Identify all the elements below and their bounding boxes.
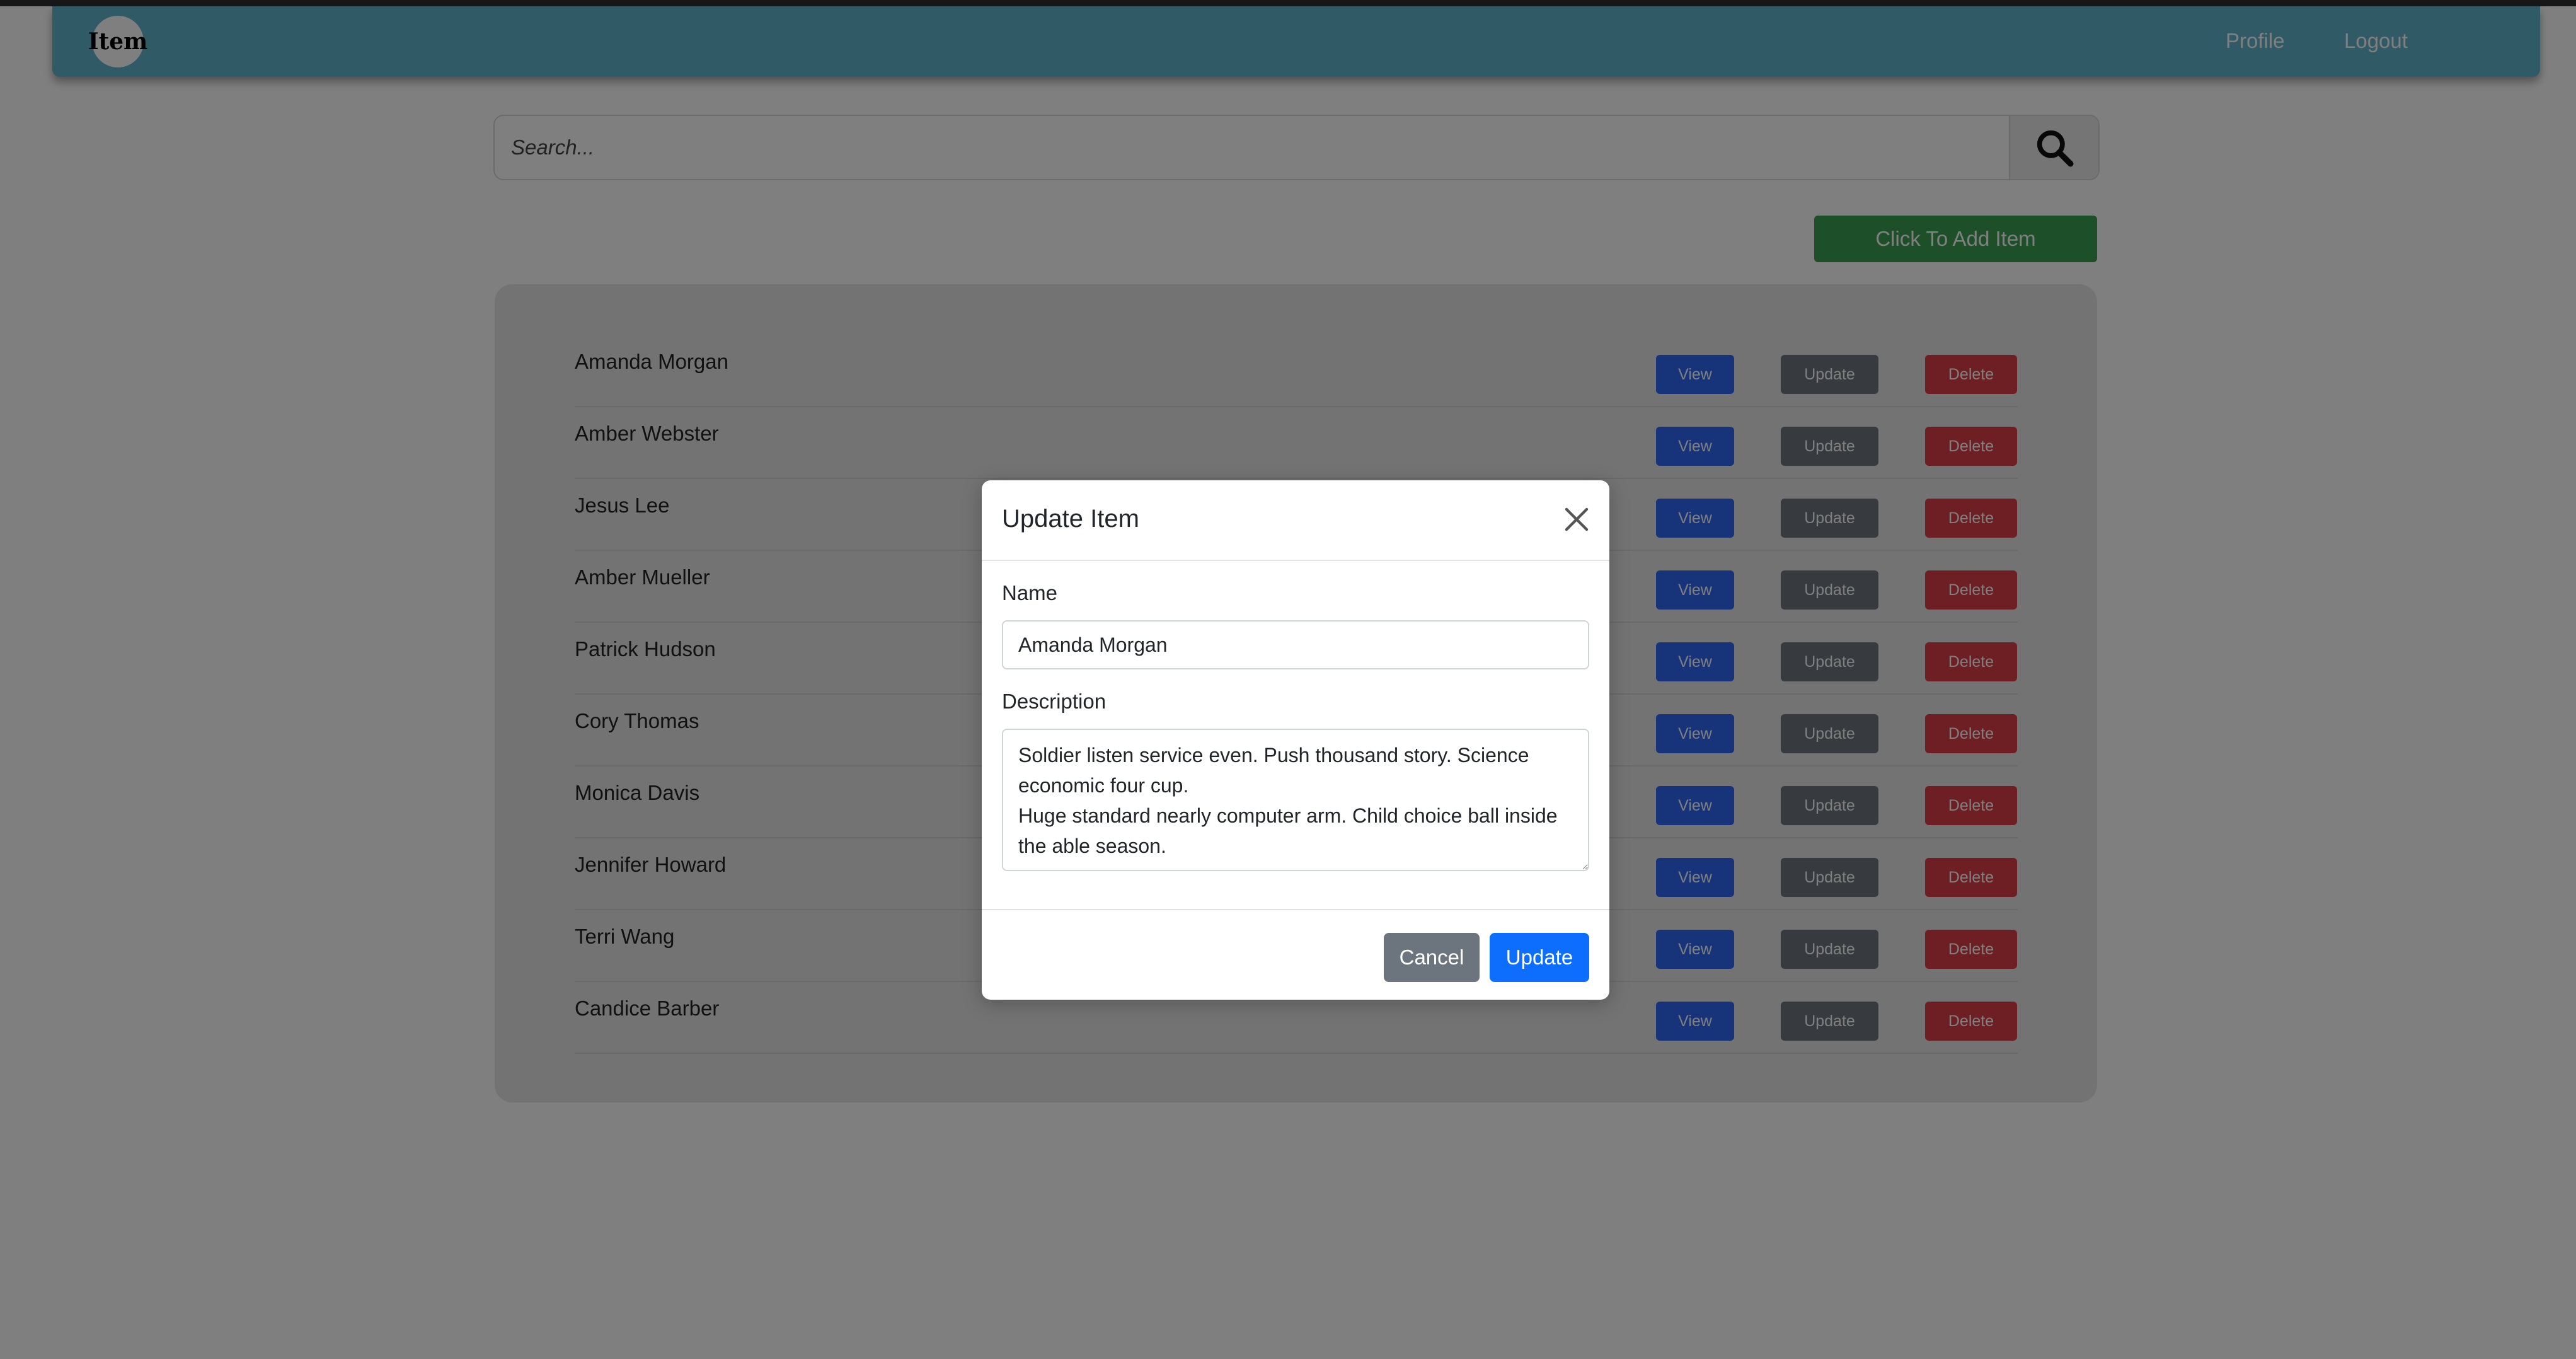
description-field[interactable]: Soldier listen service even. Push thousa… <box>1002 729 1589 871</box>
name-field[interactable] <box>1002 620 1589 669</box>
close-icon[interactable] <box>1561 504 1592 535</box>
cancel-button[interactable]: Cancel <box>1384 933 1480 982</box>
modal-header: Update Item <box>982 480 1609 561</box>
update-item-modal: Update Item Name Description Soldier lis… <box>982 480 1609 1000</box>
description-label: Description <box>1002 690 1107 713</box>
modal-footer: Cancel Update <box>982 909 1609 1001</box>
name-label: Name <box>1002 581 1058 604</box>
modal-title: Update Item <box>1002 505 1139 533</box>
update-submit-button[interactable]: Update <box>1490 933 1589 982</box>
